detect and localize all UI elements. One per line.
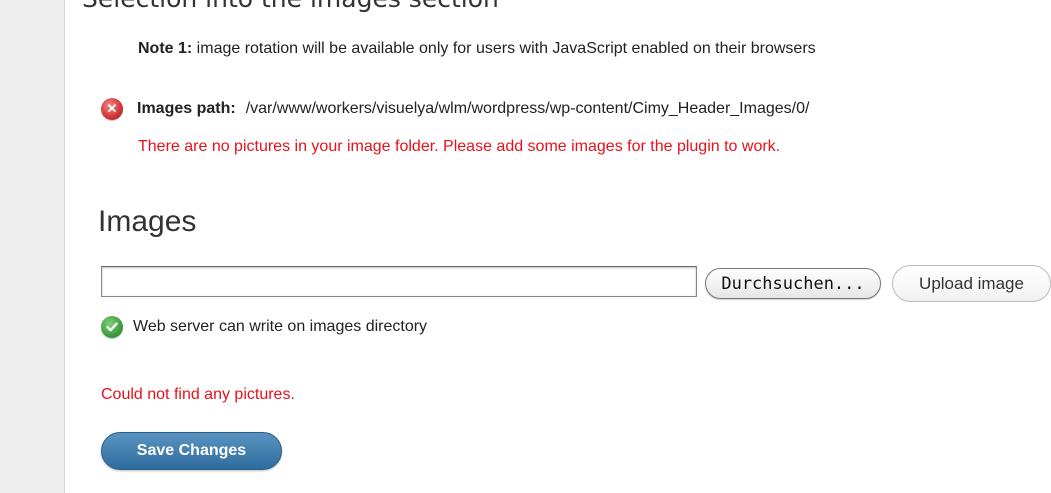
browse-button[interactable]: Durchsuchen... (705, 268, 881, 299)
save-changes-button[interactable]: Save Changes (101, 432, 282, 470)
write-status-row: Web server can write on images directory (101, 316, 427, 338)
note-label: Note 1: (138, 40, 193, 57)
images-section-title: Images (98, 205, 197, 238)
write-status-text: Web server can write on images directory (133, 318, 428, 335)
admin-sidebar (0, 0, 65, 493)
images-path-row: ✕ Images path: /var/www/workers/visuelya… (101, 98, 809, 120)
images-path-label: Images path: (137, 100, 236, 117)
images-path-error: There are no pictures in your image fold… (138, 138, 781, 155)
section-caption: Selection into the images section (82, 0, 499, 13)
note-text: Note 1: image rotation will be available… (138, 40, 816, 58)
check-icon (101, 316, 123, 338)
file-path-input[interactable] (101, 266, 697, 297)
upload-image-button[interactable]: Upload image (892, 265, 1051, 302)
error-icon: ✕ (101, 98, 123, 120)
note-body: image rotation will be available only fo… (192, 40, 816, 57)
no-pictures-message: Could not find any pictures. (101, 386, 295, 403)
images-path-value: /var/www/workers/visuelya/wlm/wordpress/… (245, 100, 810, 117)
